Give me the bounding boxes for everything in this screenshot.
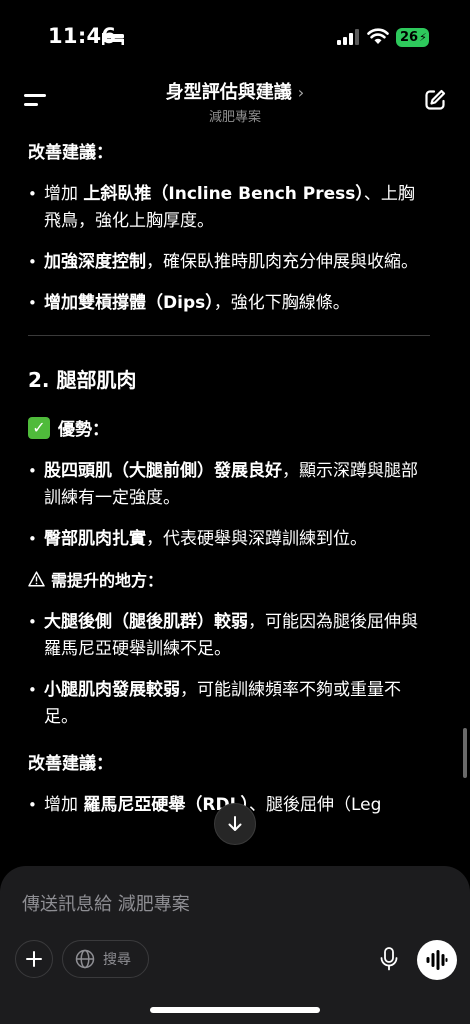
wifi-icon — [367, 28, 389, 44]
list-item: 大腿後側（腿後肌群）較弱，可能因為腿後屈伸與羅馬尼亞硬舉訓練不足。 — [28, 609, 430, 663]
cellular-signal-icon — [337, 29, 359, 45]
message-input[interactable]: 傳送訊息給 減肥專案 — [22, 890, 190, 916]
chevron-right-icon: › — [297, 83, 305, 102]
check-mark-icon: ✓ — [28, 416, 50, 439]
advantages-list: 股四頭肌（大腿前側）發展良好，顯示深蹲與腿部訓練有一定強度。 臀部肌肉扎實，代表… — [28, 458, 430, 553]
list-item: 臀部肌肉扎實，代表硬舉與深蹲訓練到位。 — [28, 526, 430, 553]
search-label: 搜尋 — [103, 952, 131, 968]
message-composer: 傳送訊息給 減肥專案 搜尋 — [0, 866, 470, 1024]
improve-needed-heading: 需提升的地方： — [28, 567, 430, 591]
plus-icon — [26, 951, 42, 967]
list-item: 股四頭肌（大腿前側）發展良好，顯示深蹲與腿部訓練有一定強度。 — [28, 458, 430, 512]
section-heading: 2. 腿部肌肉 — [28, 368, 137, 392]
list-item: 加強深度控制，確保臥推時肌肉充分伸展與收縮。 — [28, 249, 430, 276]
home-indicator — [150, 1007, 320, 1013]
microphone-icon — [380, 947, 398, 971]
improve-needed-list: 大腿後側（腿後肌群）較弱，可能因為腿後屈伸與羅馬尼亞硬舉訓練不足。 小腿肌肉發展… — [28, 609, 430, 731]
scrollbar[interactable] — [463, 728, 467, 778]
list-item: 增加雙槓撐體（Dips），強化下胸線條。 — [28, 290, 430, 317]
status-bar: 11:46 26 ⚡ — [0, 0, 470, 70]
divider — [28, 335, 430, 336]
project-subtitle: 減肥專案 — [208, 110, 261, 125]
chat-header: 身型評估與建議 › 減肥專案 — [0, 70, 470, 126]
new-chat-edit-icon[interactable] — [423, 88, 447, 112]
voice-mode-button[interactable] — [417, 940, 457, 980]
list-item: 小腿肌肉發展較弱，可能訓練頻率不夠或重量不足。 — [28, 677, 430, 731]
project-title-button[interactable]: 身型評估與建議 › 減肥專案 — [0, 78, 470, 125]
add-attachment-button[interactable] — [15, 940, 53, 978]
warning-icon — [28, 571, 45, 587]
improve-label: 改善建議： — [28, 754, 113, 774]
dictation-button[interactable] — [372, 940, 406, 978]
assistant-message: 改善建議： 增加 上斜臥推（Incline Bench Press）、上胸飛鳥，… — [28, 128, 430, 868]
globe-icon — [75, 949, 95, 969]
list-item: 增加 上斜臥推（Incline Bench Press）、上胸飛鳥，強化上胸厚度… — [28, 181, 430, 235]
search-toggle-button[interactable]: 搜尋 — [62, 940, 149, 978]
advantages-heading: ✓ 優勢： — [28, 415, 430, 440]
chat-title: 身型評估與建議 — [165, 82, 292, 103]
sleep-bed-icon — [102, 33, 124, 45]
improve-label: 改善建議： — [28, 143, 113, 163]
battery-indicator: 26 ⚡ — [396, 28, 429, 47]
battery-level: 26 — [400, 30, 419, 45]
scroll-to-bottom-button[interactable] — [214, 803, 256, 845]
charging-bolt-icon: ⚡ — [419, 31, 427, 44]
improve-list-chest: 增加 上斜臥推（Incline Bench Press）、上胸飛鳥，強化上胸厚度… — [28, 181, 430, 317]
arrow-down-icon — [228, 816, 242, 831]
voice-waveform-icon — [426, 950, 448, 970]
